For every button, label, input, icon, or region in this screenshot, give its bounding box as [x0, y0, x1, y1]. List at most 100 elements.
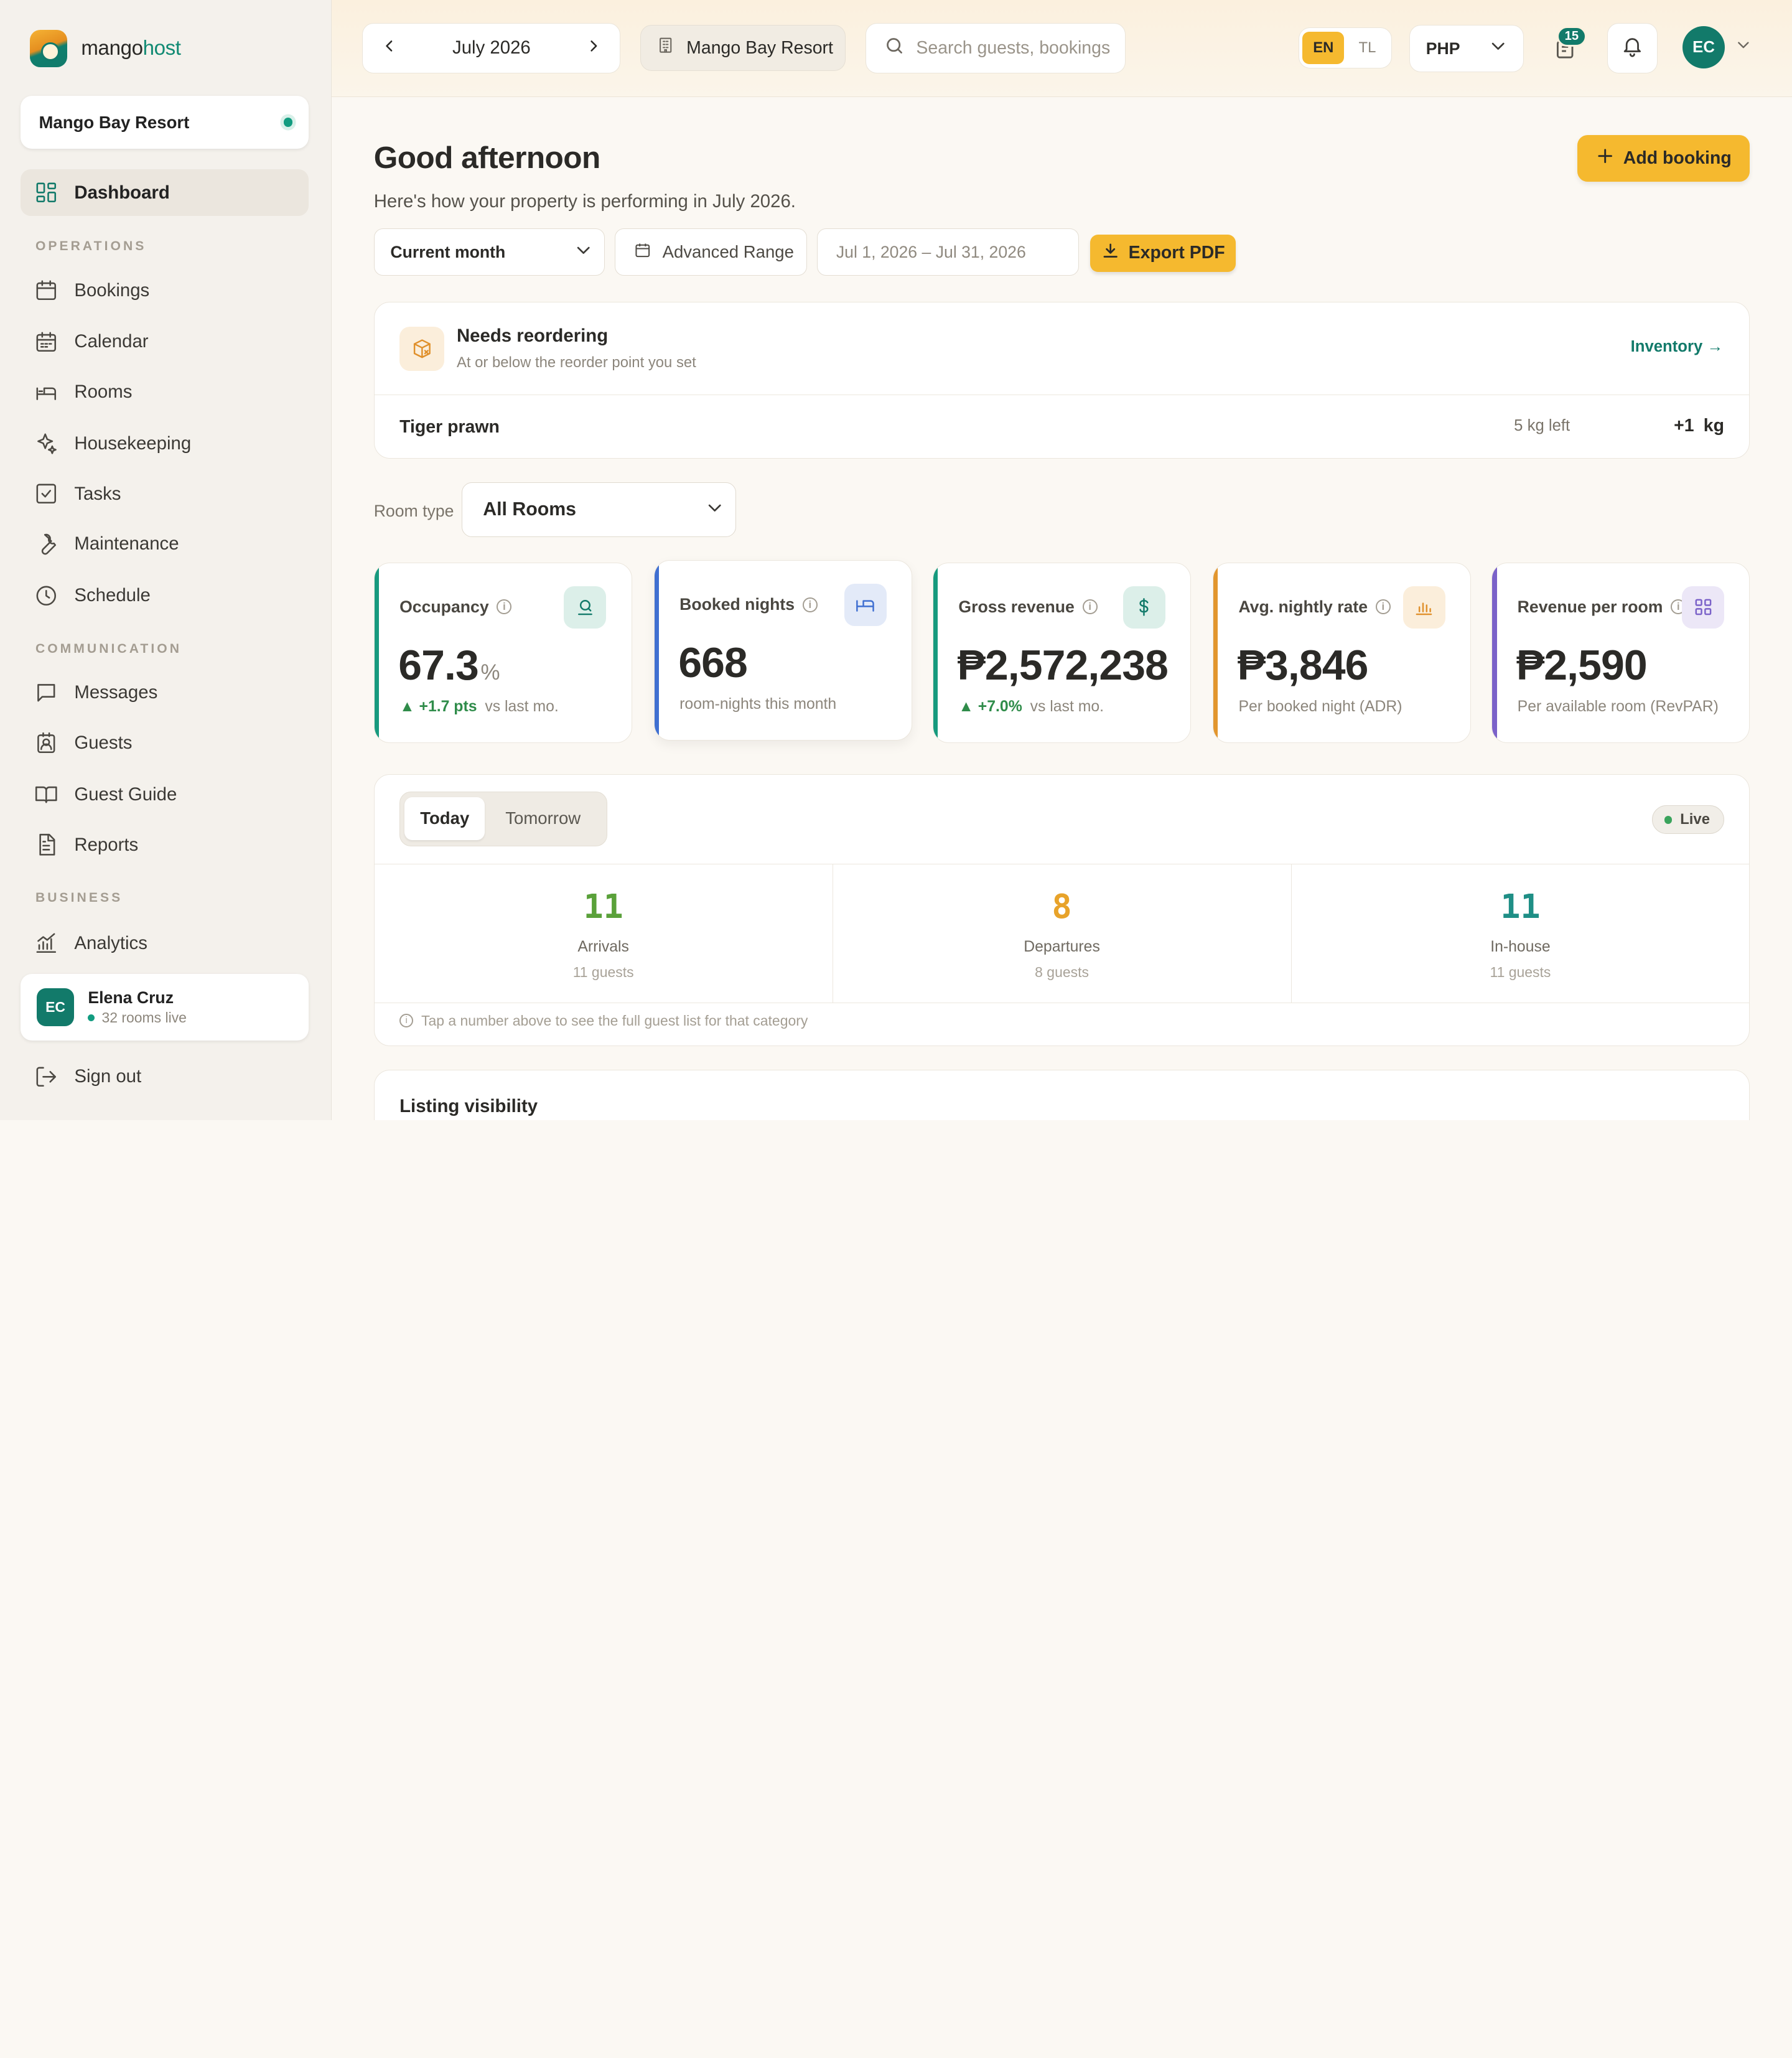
kpi-value: ₱2,590	[1516, 641, 1648, 690]
brand-name-main: mango	[81, 37, 143, 60]
sign-out-button[interactable]: Sign out	[34, 1063, 141, 1090]
kpi-title-text: Occupancy	[399, 597, 489, 616]
stat-value: 11	[1500, 887, 1541, 926]
user-avatar-button[interactable]: EC	[1682, 26, 1725, 69]
inventory-link[interactable]: Inventory →	[1631, 338, 1724, 356]
sidebar-item-reports[interactable]: Reports	[34, 831, 138, 858]
page-subtitle: Here's how your property is performing i…	[373, 190, 796, 212]
sidebar-item-label: Guests	[74, 732, 133, 754]
kpi-accent-bar	[1492, 563, 1497, 743]
currency-select[interactable]: PHP	[1409, 25, 1524, 72]
info-icon[interactable]: i	[1375, 599, 1391, 615]
reorder-item-qty[interactable]: +1 kg	[1674, 416, 1724, 436]
sidebar-item-rooms[interactable]: Rooms	[34, 378, 132, 406]
reorder-item-name: Tiger prawn	[399, 416, 500, 437]
notifications-button[interactable]	[1607, 22, 1658, 73]
brand[interactable]: mangohost	[29, 29, 181, 68]
search-input[interactable]	[916, 37, 1122, 58]
kpi-footer: ▲ +7.0% vs last mo.	[958, 698, 1104, 716]
kpi-accent-bar	[1213, 563, 1218, 743]
stat-departures[interactable]: 8 Departures 8 guests	[833, 864, 1292, 1003]
sidebar-item-guest-guide[interactable]: Guest Guide	[34, 781, 177, 808]
room-type-select[interactable]: All Rooms	[462, 482, 736, 538]
period-select[interactable]: Current month	[373, 228, 605, 276]
stat-arrivals[interactable]: 11 Arrivals 11 guests	[375, 864, 833, 1003]
kpi-title-text: Booked nights	[679, 595, 795, 614]
avatar-menu-chevron-icon[interactable]	[1735, 37, 1752, 58]
lang-option-en[interactable]: EN	[1302, 32, 1345, 64]
kpi-card-revpar[interactable]: Revenue per room i ₱2,590 Per available r…	[1491, 562, 1750, 744]
kpi-title: Revenue per room i	[1518, 597, 1686, 617]
property-switcher[interactable]: Mango Bay Resort	[21, 96, 309, 149]
sidebar-item-bookings[interactable]: Bookings	[34, 277, 149, 304]
stat-value: 8	[1052, 887, 1072, 926]
tab-tomorrow[interactable]: Tomorrow	[485, 797, 601, 841]
info-icon[interactable]: i	[497, 599, 512, 615]
user-card[interactable]: EC Elena Cruz 32 rooms live	[21, 974, 309, 1041]
sidebar-item-dashboard[interactable]: Dashboard	[21, 169, 309, 217]
room-type-label: Room type	[373, 502, 454, 521]
kpi-accent-bar	[933, 563, 938, 743]
stats-hint-text: Tap a number above to see the full guest…	[421, 1012, 808, 1029]
kpi-footer: Per available room (RevPAR)	[1518, 698, 1719, 716]
sidebar-item-label: Bookings	[74, 279, 150, 301]
sidebar-item-tasks[interactable]: Tasks	[34, 480, 121, 508]
bed-icon	[34, 380, 58, 405]
chevron-down-icon	[1489, 37, 1507, 60]
kpi-card-avg-nightly-rate[interactable]: Avg. nightly rate i ₱3,846 Per booked nig…	[1213, 562, 1472, 744]
message-icon	[34, 681, 58, 705]
building-icon	[656, 36, 674, 59]
kpi-delta: ▲ +7.0%	[958, 698, 1022, 715]
info-icon[interactable]: i	[802, 597, 818, 612]
kpi-title: Occupancy i	[399, 597, 512, 617]
sidebar: mangohost Mango Bay Resort Dashboard OPE…	[0, 0, 332, 1121]
property-selector[interactable]: Mango Bay Resort	[640, 25, 846, 71]
notification-count-badge: 15	[1556, 26, 1587, 47]
stat-sub: 11 guests	[1490, 963, 1551, 980]
kpi-footer: room-nights this month	[679, 696, 836, 713]
info-icon: i	[399, 1014, 414, 1028]
sidebar-item-analytics[interactable]: Analytics	[34, 929, 147, 957]
month-navigator: July 2026	[362, 22, 621, 73]
kpi-card-occupancy[interactable]: Occupancy i 67.3% ▲ +1.7 pts vs last mo.	[373, 562, 632, 744]
sidebar-item-label: Calendar	[74, 331, 149, 352]
plus-icon	[1596, 147, 1614, 170]
sidebar-item-schedule[interactable]: Schedule	[34, 582, 151, 609]
book-open-icon	[34, 782, 58, 807]
current-month[interactable]: July 2026	[452, 37, 531, 58]
kpi-card-gross-revenue[interactable]: Gross revenue i ₱2,572,238 ▲ +7.0% vs last…	[932, 562, 1192, 744]
sparkles-icon	[34, 431, 58, 456]
kpi-title: Gross revenue i	[958, 597, 1098, 617]
info-icon[interactable]: i	[1082, 599, 1098, 615]
sidebar-item-calendar[interactable]: Calendar	[34, 328, 149, 355]
stat-in-house[interactable]: 11 In-house 11 guests	[1292, 864, 1750, 1003]
chevron-right-icon[interactable]	[586, 36, 602, 60]
sidebar-item-messages[interactable]: Messages	[34, 679, 157, 706]
export-pdf-button[interactable]: Export PDF	[1090, 234, 1236, 273]
kpi-foot-text: Per available room (RevPAR)	[1517, 698, 1719, 715]
arrivals-departures-card: Today Tomorrow Live 11 Arrivals 11 guest…	[373, 774, 1750, 1046]
add-booking-button[interactable]: Add booking	[1577, 134, 1750, 182]
analytics-chart-icon	[34, 931, 58, 955]
bar-chart-icon	[1402, 586, 1445, 629]
tab-today[interactable]: Today	[404, 797, 485, 841]
reorder-item-stock: 5 kg left	[1514, 416, 1570, 434]
kpi-title-text: Revenue per room	[1517, 597, 1663, 616]
kpi-card-booked-nights[interactable]: Booked nights i 668 room-nights this mont…	[653, 560, 912, 741]
sidebar-item-label: Reports	[74, 834, 139, 855]
advanced-range-button[interactable]: Advanced Range	[615, 228, 807, 276]
lang-option-tl[interactable]: TL	[1346, 32, 1388, 63]
chevron-left-icon[interactable]	[381, 36, 398, 60]
sidebar-item-guests[interactable]: Guests	[34, 729, 132, 757]
kpi-value-number: 67.3	[398, 641, 479, 689]
mango-logo-icon	[29, 29, 68, 68]
sidebar-item-housekeeping[interactable]: Housekeeping	[34, 430, 191, 457]
sidebar-item-maintenance[interactable]: Maintenance	[34, 530, 179, 558]
kpi-foot-text: room-nights this month	[679, 695, 837, 713]
reorder-alert-card: Needs reordering At or below the reorder…	[373, 301, 1750, 459]
live-status-badge: Live	[1652, 805, 1725, 835]
day-toggle: Today Tomorrow	[399, 792, 608, 847]
user-info: Elena Cruz 32 rooms live	[88, 988, 187, 1027]
kpi-title: Booked nights i	[679, 595, 818, 614]
date-range-field[interactable]: Jul 1, 2026 – Jul 31, 2026	[817, 228, 1080, 276]
